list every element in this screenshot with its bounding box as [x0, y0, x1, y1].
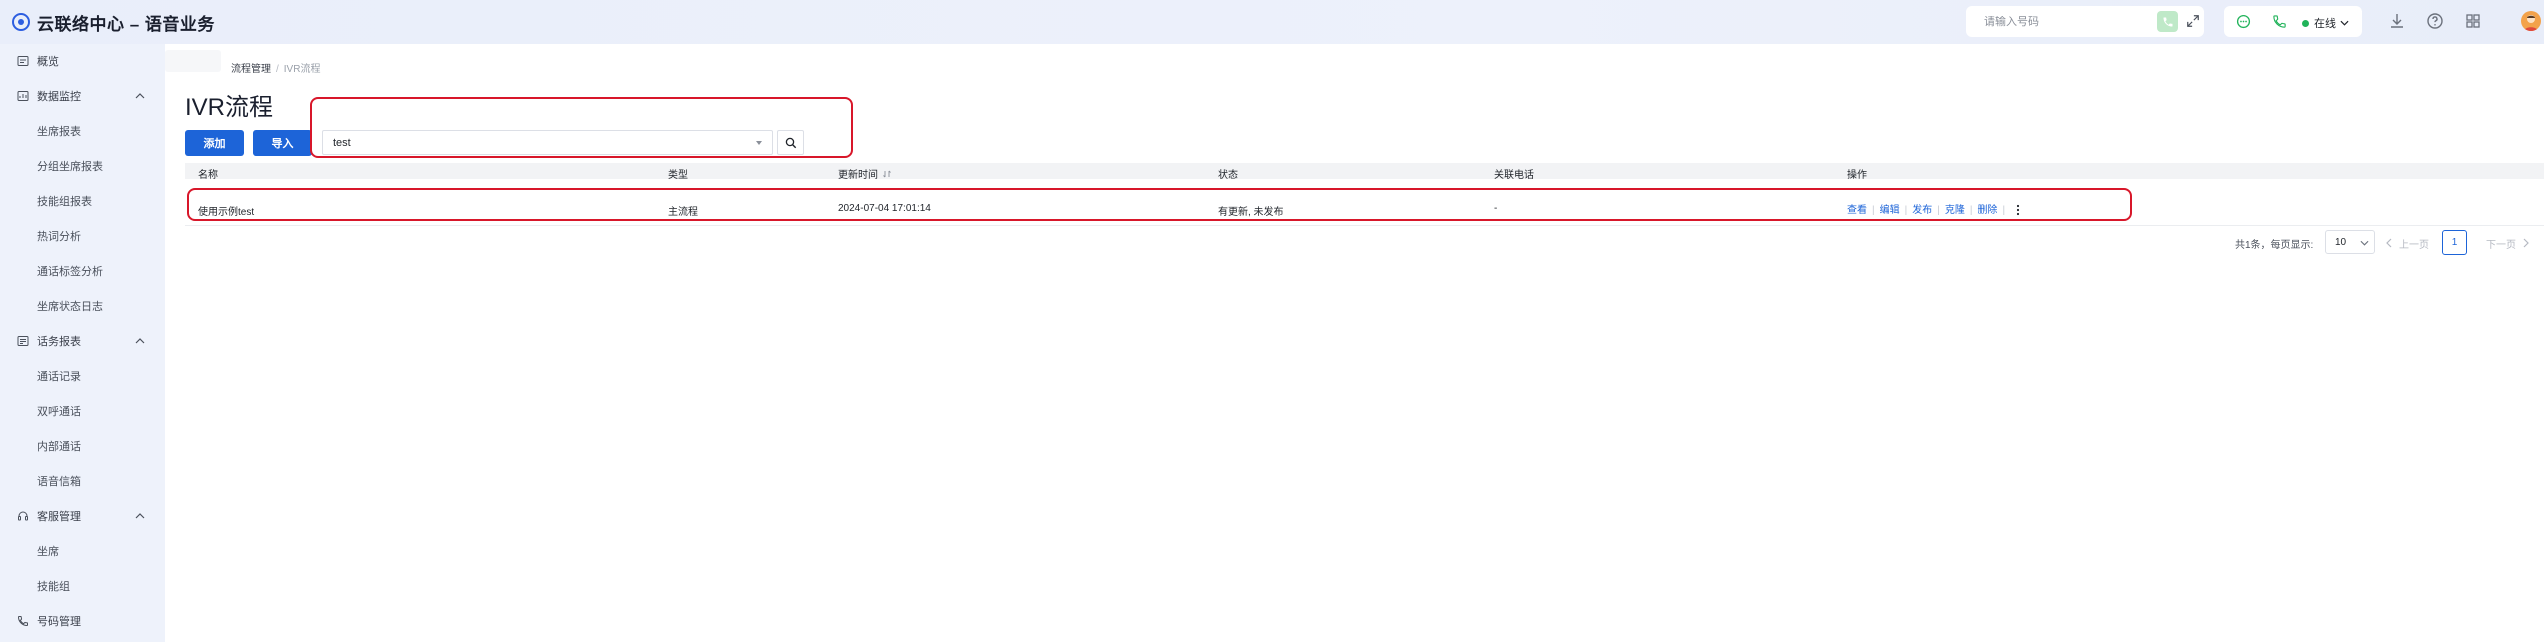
page-size-select[interactable]: 10	[2325, 230, 2375, 254]
sort-icon	[883, 170, 891, 177]
prev-page-button[interactable]: 上一页	[2386, 230, 2429, 256]
chevron-up-icon	[135, 93, 145, 99]
chevron-down-icon	[2340, 20, 2349, 26]
sidebar-item-internal-call[interactable]: 内部通话	[0, 435, 165, 457]
monitor-icon	[17, 91, 29, 101]
tab-placeholder[interactable]	[165, 50, 221, 72]
call-button[interactable]	[2157, 11, 2178, 32]
sidebar-item-label: 通话标签分析	[37, 266, 103, 278]
chevron-up-icon	[135, 513, 145, 519]
sidebar-item-label: 双呼通话	[37, 406, 81, 418]
sidebar-item-skill-group-report[interactable]: 技能组报表	[0, 190, 165, 212]
prev-page-label: 上一页	[2399, 239, 2429, 251]
sidebar-group-service-management[interactable]: 客服管理	[0, 505, 165, 527]
breadcrumb-current: IVR流程	[283, 64, 321, 75]
highlight-box-row	[187, 188, 2132, 221]
overview-icon	[17, 56, 29, 66]
sidebar-item-group-agent-report[interactable]: 分组坐席报表	[0, 155, 165, 177]
sidebar-item-label: 技能组报表	[37, 196, 92, 208]
sidebar-item-label: 坐席状态日志	[37, 301, 103, 313]
sidebar-item-call-tag-analysis[interactable]: 通话标签分析	[0, 260, 165, 282]
phone-number-input[interactable]	[1984, 15, 2144, 28]
column-header-label: 更新时间	[838, 170, 878, 181]
column-header-phone: 关联电话	[1494, 170, 1534, 181]
next-page-button[interactable]: 下一页	[2486, 230, 2529, 256]
table-header: 名称 类型 更新时间 状态 关联电话 操作	[185, 163, 2544, 181]
sidebar-item-skill-groups[interactable]: 技能组	[0, 575, 165, 597]
sidebar-item-label: 话务报表	[37, 336, 81, 348]
logo-icon	[12, 13, 30, 31]
breadcrumb: 流程管理 / IVR流程	[231, 60, 320, 75]
sidebar-item-call-records[interactable]: 通话记录	[0, 365, 165, 387]
status-dot	[2302, 19, 2309, 27]
breadcrumb-parent[interactable]: 流程管理	[231, 64, 271, 75]
sidebar-item-label: 技能组	[37, 581, 70, 593]
sidebar-group-traffic-report[interactable]: 话务报表	[0, 330, 165, 352]
sidebar-item-label: 坐席	[37, 546, 59, 558]
sidebar-item-label: 客服管理	[37, 511, 81, 523]
sidebar-item-overview[interactable]: 概览	[0, 50, 165, 72]
app-title: 云联络中心 – 语音业务	[37, 14, 215, 34]
sidebar-item-number-management[interactable]: 号码管理	[0, 610, 165, 632]
column-header-status: 状态	[1218, 170, 1238, 181]
sidebar-item-label: 通话记录	[37, 371, 81, 383]
sidebar-item-label: 号码管理	[37, 616, 81, 628]
sidebar-item-agents[interactable]: 坐席	[0, 540, 165, 562]
chevron-left-icon	[2386, 238, 2392, 248]
next-page-label: 下一页	[2486, 239, 2516, 251]
column-header-actions: 操作	[1847, 170, 1867, 181]
sidebar-item-label: 热词分析	[37, 231, 81, 243]
sidebar-item-label: 坐席报表	[37, 126, 81, 138]
sidebar-item-label: 概览	[37, 56, 59, 68]
help-icon[interactable]	[2426, 12, 2444, 30]
sidebar-item-label: 语音信箱	[37, 476, 81, 488]
highlight-box-search	[310, 97, 853, 158]
add-button[interactable]: 添加	[185, 130, 244, 156]
chevron-down-icon	[2360, 240, 2369, 246]
sidebar-item-hotword-analysis[interactable]: 热词分析	[0, 225, 165, 247]
agent-status-box: 在线	[2224, 6, 2362, 37]
pagination-summary: 共1条，每页显示:	[2235, 239, 2314, 251]
dial-box	[1966, 6, 2204, 37]
chat-icon[interactable]	[2236, 14, 2251, 29]
report-icon	[17, 336, 29, 346]
page-size-value: 10	[2335, 236, 2347, 248]
page-title: IVR流程	[185, 94, 274, 121]
column-header-type: 类型	[668, 170, 688, 181]
user-avatar-icon	[2524, 15, 2538, 31]
headset-icon	[18, 511, 28, 521]
phone-icon	[2163, 17, 2172, 26]
sidebar-item-dual-call[interactable]: 双呼通话	[0, 400, 165, 422]
column-header-name: 名称	[198, 170, 218, 181]
sidebar-item-label: 数据监控	[37, 91, 81, 103]
phone-icon[interactable]	[2272, 14, 2287, 29]
avatar[interactable]	[2521, 11, 2541, 31]
status-label: 在线	[2314, 18, 2336, 30]
expand-icon[interactable]	[2186, 14, 2200, 28]
sidebar-item-agent-report[interactable]: 坐席报表	[0, 120, 165, 142]
breadcrumb-separator: /	[276, 64, 279, 75]
page-number-current[interactable]: 1	[2442, 230, 2467, 255]
top-bar: 云联络中心 – 语音业务 在线	[0, 0, 2544, 44]
import-button[interactable]: 导入	[253, 130, 312, 156]
status-dropdown[interactable]: 在线	[2302, 15, 2349, 31]
sidebar-item-label: 内部通话	[37, 441, 81, 453]
chevron-right-icon	[2523, 238, 2529, 248]
phone-number-icon	[17, 616, 28, 627]
grid-icon[interactable]	[2464, 12, 2482, 30]
sidebar-item-label: 分组坐席报表	[37, 161, 103, 173]
sidebar-item-voicemail[interactable]: 语音信箱	[0, 470, 165, 492]
logo: 云联络中心 – 语音业务	[12, 10, 215, 35]
chevron-up-icon	[135, 338, 145, 344]
sidebar-group-monitor[interactable]: 数据监控	[0, 85, 165, 107]
sidebar-item-agent-status-log[interactable]: 坐席状态日志	[0, 295, 165, 317]
download-icon[interactable]	[2388, 12, 2406, 30]
main-content: 流程管理 / IVR流程 IVR流程 添加 导入 test 名称 类型 更新时间 状…	[165, 44, 2544, 642]
sidebar: 概览 数据监控 坐席报表 分组坐席报表 技能组报表 热词分析 通话标签分析 坐席…	[0, 44, 165, 642]
column-header-updated[interactable]: 更新时间	[838, 166, 891, 181]
